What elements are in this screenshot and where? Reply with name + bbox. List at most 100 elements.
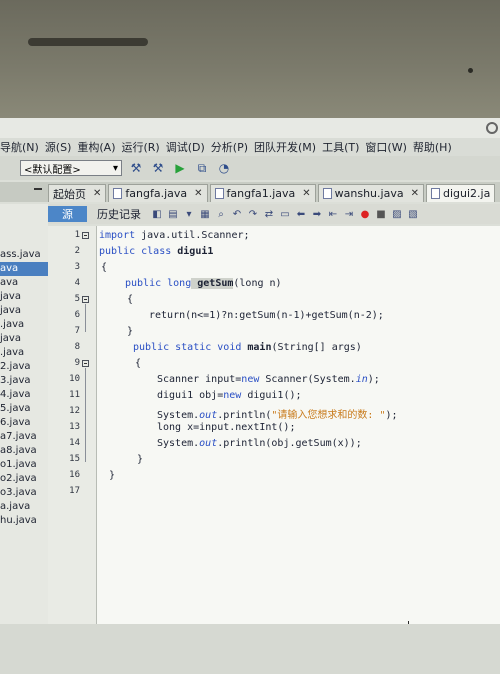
menu-run[interactable]: 运行(R) xyxy=(122,139,160,155)
tab-fangfa1[interactable]: fangfa1.java ✕ xyxy=(209,184,316,202)
file-item[interactable]: hu.java xyxy=(0,514,48,528)
close-icon[interactable]: ✕ xyxy=(302,188,310,199)
file-item[interactable]: java xyxy=(0,332,48,346)
menu-tools[interactable]: 工具(T) xyxy=(322,139,359,155)
prev-bookmark-icon[interactable]: ⬅ xyxy=(295,208,307,220)
keyword: public static void xyxy=(133,342,242,353)
file-item[interactable]: a8.java xyxy=(0,444,48,458)
menu-debug[interactable]: 调试(D) xyxy=(166,139,205,155)
uncomment-icon[interactable]: ▧ xyxy=(407,208,419,220)
search-icon[interactable]: ⌕ xyxy=(215,208,227,220)
debug-icon[interactable]: ⧉ xyxy=(194,160,210,176)
menu-source[interactable]: 源(S) xyxy=(45,139,72,155)
file-item[interactable]: 2.java xyxy=(0,360,48,374)
tab-start-page[interactable]: 起始页 ✕ xyxy=(48,184,107,202)
line-number: 15 xyxy=(69,454,80,464)
line-number: 14 xyxy=(69,438,80,448)
code-text: (long n) xyxy=(233,278,282,289)
comment-icon[interactable]: ▨ xyxy=(391,208,403,220)
shift-left-icon[interactable]: ⇤ xyxy=(327,208,339,220)
window-top-strip xyxy=(0,118,500,138)
code-line-8: public static void main(String[] args) xyxy=(133,342,362,353)
tab-wanshu[interactable]: wanshu.java ✕ xyxy=(317,184,424,202)
keyword: import xyxy=(99,230,136,241)
file-item[interactable]: o2.java xyxy=(0,472,48,486)
code-line-16: } xyxy=(109,470,116,481)
chevron-down-icon: ▾ xyxy=(112,162,118,174)
next-bookmark-icon[interactable]: ➡ xyxy=(311,208,323,220)
window-control-icon[interactable] xyxy=(486,122,498,134)
find-prev-icon[interactable]: ↶ xyxy=(231,208,243,220)
static-field: in xyxy=(355,374,368,385)
file-item[interactable]: .java xyxy=(0,318,48,332)
file-item[interactable]: ass.java xyxy=(0,248,48,262)
stop-macro-icon[interactable]: ■ xyxy=(375,208,387,220)
code-editor[interactable]: import java.util.Scanner; public class d… xyxy=(97,226,500,631)
line-number: 16 xyxy=(69,470,80,480)
source-tab[interactable]: 源 xyxy=(48,206,87,222)
file-item[interactable]: a.java xyxy=(0,500,48,514)
bottom-panel xyxy=(0,624,500,674)
ide-window: 导航(N) 源(S) 重构(A) 运行(R) 调试(D) 分析(P) 团队开发(… xyxy=(0,118,500,674)
file-item[interactable]: 3.java xyxy=(0,374,48,388)
file-item[interactable]: 6.java xyxy=(0,416,48,430)
static-field: out xyxy=(199,410,218,421)
menu-bar: 导航(N) 源(S) 重构(A) 运行(R) 调试(D) 分析(P) 团队开发(… xyxy=(0,138,500,156)
code-line-4: public long getSum(long n) xyxy=(125,278,282,289)
line-number: 12 xyxy=(69,406,80,416)
bookmark-icon[interactable]: ▭ xyxy=(279,208,291,220)
file-item-selected[interactable]: ava xyxy=(0,262,48,276)
find-next-icon[interactable]: ↷ xyxy=(247,208,259,220)
config-select[interactable]: <默认配置> ▾ xyxy=(20,160,122,176)
projects-spacer xyxy=(0,204,48,248)
clean-build-icon[interactable]: ⚒ xyxy=(150,160,166,176)
minimize-icon[interactable] xyxy=(34,188,42,190)
file-item[interactable]: 4.java xyxy=(0,388,48,402)
file-item[interactable]: java xyxy=(0,304,48,318)
file-item[interactable]: 5.java xyxy=(0,402,48,416)
back-icon[interactable]: ◧ xyxy=(151,208,163,220)
history-tab[interactable]: 历史记录 xyxy=(91,206,147,222)
file-item[interactable]: o1.java xyxy=(0,458,48,472)
file-item[interactable]: java xyxy=(0,290,48,304)
file-item[interactable]: .java xyxy=(0,346,48,360)
tab-fangfa[interactable]: fangfa.java ✕ xyxy=(108,184,208,202)
keyword: public long xyxy=(125,278,192,289)
menu-window[interactable]: 窗口(W) xyxy=(365,139,406,155)
file-item[interactable]: ava xyxy=(0,276,48,290)
code-text: System. xyxy=(157,438,200,449)
fold-toggle-icon[interactable] xyxy=(82,296,89,303)
hammer-icon[interactable]: ⚒ xyxy=(128,160,144,176)
code-line-6: return(n<=1)?n:getSum(n-1)+getSum(n-2); xyxy=(149,310,384,321)
menu-refactor[interactable]: 重构(A) xyxy=(77,139,115,155)
line-number: 3 xyxy=(74,262,80,272)
forward-icon[interactable]: ▦ xyxy=(199,208,211,220)
code-line-10: Scanner input=new Scanner(System.in); xyxy=(157,374,380,385)
close-icon[interactable]: ✕ xyxy=(93,188,101,199)
navigate-icon[interactable]: ▤ xyxy=(167,208,179,220)
tab-digui2[interactable]: digui2.ja xyxy=(425,184,496,202)
editor-tabs: 起始页 ✕ fangfa.java ✕ fangfa1.java ✕ wanshu.j… xyxy=(0,182,500,202)
code-text: java.util.Scanner; xyxy=(135,230,250,241)
close-icon[interactable]: ✕ xyxy=(194,188,202,199)
code-line-1: import java.util.Scanner; xyxy=(99,230,250,241)
close-icon[interactable]: ✕ xyxy=(411,188,419,199)
run-icon[interactable]: ▶ xyxy=(172,160,188,176)
file-item[interactable]: a7.java xyxy=(0,430,48,444)
menu-team[interactable]: 团队开发(M) xyxy=(254,139,316,155)
projects-header xyxy=(0,182,48,202)
fold-toggle-icon[interactable] xyxy=(82,360,89,367)
fold-toggle-icon[interactable] xyxy=(82,232,89,239)
code-text: Scanner(System. xyxy=(259,374,356,385)
menu-navigate[interactable]: 导航(N) xyxy=(0,139,39,155)
record-macro-icon[interactable]: ● xyxy=(359,208,371,220)
profile-icon[interactable]: ◔ xyxy=(216,160,232,176)
menu-profile[interactable]: 分析(P) xyxy=(211,139,248,155)
shift-right-icon[interactable]: ⇥ xyxy=(343,208,355,220)
toggle-highlight-icon[interactable]: ⇄ xyxy=(263,208,275,220)
menu-help[interactable]: 帮助(H) xyxy=(413,139,452,155)
file-item[interactable]: o3.java xyxy=(0,486,48,500)
dropdown-icon[interactable]: ▾ xyxy=(183,208,195,220)
line-number: 5 xyxy=(74,294,80,304)
code-text: .println(obj.getSum(x)); xyxy=(217,438,362,449)
